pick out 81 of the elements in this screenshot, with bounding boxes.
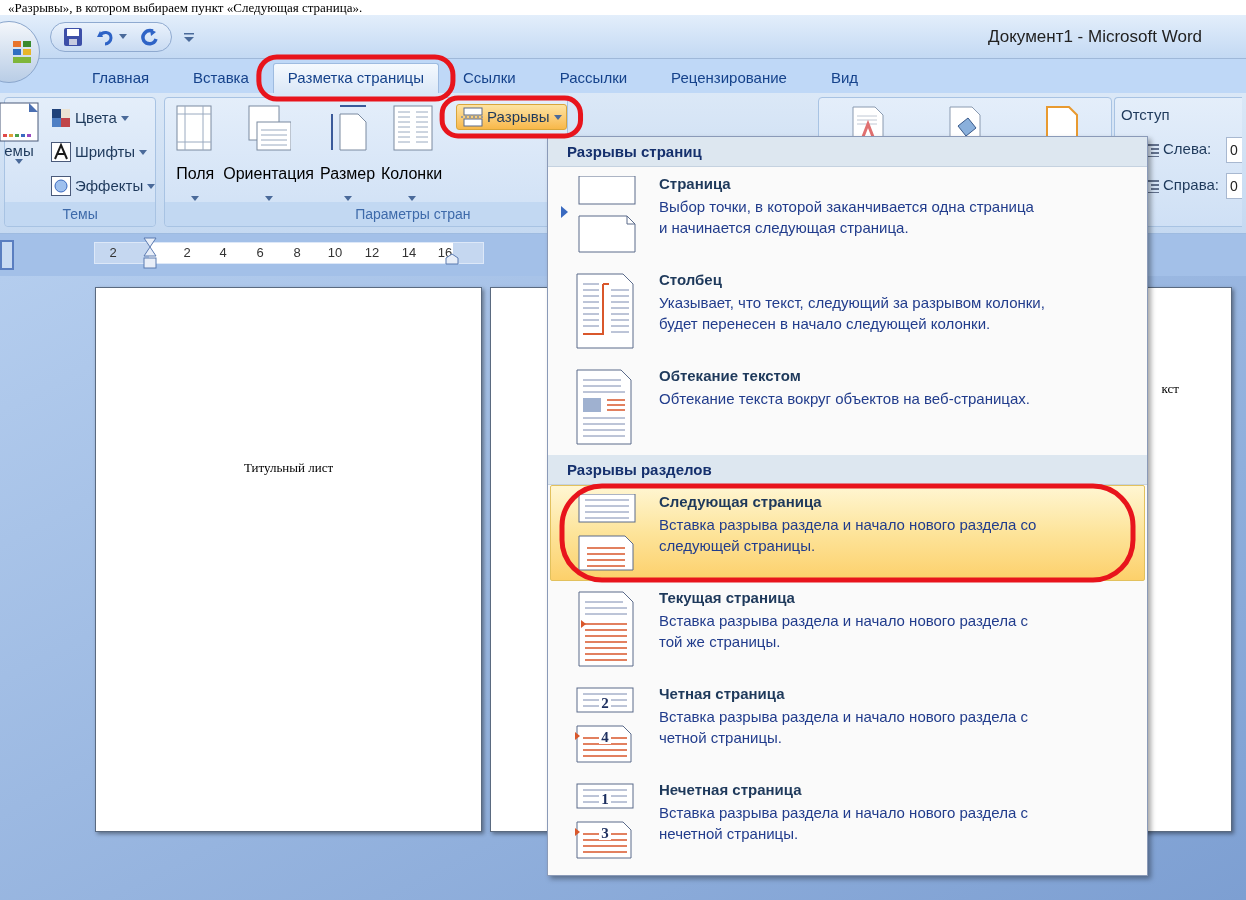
caret-icon [553,114,562,120]
themes-icon [0,102,39,142]
menu-item[interactable]: 1 3 Нечетная страница Вставка разрыва раздела и начало нового раздела с нечетной страницы. [550,773,1145,869]
ruler-number: 10 [327,244,343,262]
palette-icon [51,108,71,128]
caret-icon [139,149,148,155]
ruler-number: 16 [437,244,453,262]
indent-icon [1147,178,1159,193]
breaks-icon [461,107,484,127]
caret-icon [15,159,23,164]
logo-icon [13,41,31,63]
caret-icon [147,183,156,189]
menu-item-description: Вставка разрыва раздела и начало нового раздела с той же страницы. [659,611,1028,652]
field-label: Слева: [1163,139,1212,160]
ruler-number: 14 [401,244,417,262]
ribbon-button[interactable]: Цвета [51,104,156,132]
pointer-icon [561,206,568,218]
menu-item-title: Текущая страница [659,588,796,608]
group-title: Темы [5,202,156,226]
orientation-icon [246,104,291,152]
ribbon-tab[interactable]: Ссылки [440,63,538,93]
ribbon-tab[interactable]: Вставка [171,63,271,93]
menu-item-description: Вставка разрыва раздела и начало нового раздела с четной страницы. [659,707,1028,748]
menu-item-description: Вставка разрыва раздела и начало нового раздела с нечетной страницы. [659,803,1028,844]
font-icon [51,142,71,162]
tab-selector[interactable] [0,240,14,270]
caret-icon [184,31,194,42]
ruler-number: 6 [256,244,264,262]
page-text: кст [1161,380,1179,398]
save-icon [63,26,83,47]
input-field[interactable]: 0 [1226,172,1242,199]
field-label: Справа: [1163,175,1219,196]
menu-item-title: Следующая страница [659,492,823,512]
ribbon-button[interactable]: Колонки [381,104,443,201]
menu-item[interactable]: 2 4 Четная страница Вставка разрыва раздела и начало нового раздела с четной страницы. [550,677,1145,773]
menu-item-description: Указывает, что текст, следующий за разрывом колонки, будет перенесен в начало следующей колонки. [659,293,1045,334]
ribbon-button[interactable]: Размер [320,104,376,201]
page-text: Титульный лист [243,459,334,477]
themes-button[interactable]: емы [0,102,43,164]
indent-icon [1147,142,1159,157]
ruler-number: 2 [183,244,191,262]
input-field[interactable]: 0 [1226,136,1242,163]
ribbon-tab[interactable]: Рецензирование [649,63,809,93]
breaks-button[interactable]: Разрывы [456,104,567,130]
ribbon-button[interactable]: Эффекты [51,172,156,200]
group-title: Отступ [1121,105,1171,125]
ribbon-button[interactable]: Ориентация [223,104,315,201]
ribbon-tab[interactable]: Главная [70,63,172,93]
column-break-icon [573,272,637,350]
section-header: Разрывы разделов [548,455,1147,485]
ribbon-tab[interactable]: Разметка страницы [272,63,439,93]
customize-button[interactable] [184,31,194,42]
caret-icon [119,34,127,39]
redo-button[interactable] [139,26,159,47]
menu-item-title: Нечетная страница [659,780,803,800]
menu-item-title: Страница [659,174,732,194]
ribbon-tab[interactable]: Вид [808,63,881,93]
save-button[interactable] [63,26,83,47]
section-header: Разрывы страниц [548,137,1147,167]
caret-icon [120,115,129,121]
redo-icon [139,26,159,47]
ruler-number: 12 [364,244,380,262]
menu-item[interactable]: Текущая страница Вставка разрыва раздела и начало нового раздела с той же страницы. [550,581,1145,677]
caption-text: «Разрывы», в котором выбираем пункт «Следующая страница». [7,0,364,15]
menu-item-title: Обтекание текстом [659,366,802,386]
effects-icon [51,176,71,196]
ruler-number: 4 [219,244,227,262]
ribbon-tab[interactable]: Рассылки [537,63,650,93]
ribbon-button[interactable]: Шрифты [51,138,156,166]
menu-item-description: Вставка разрыва раздела и начало нового раздела со следующей страницы. [659,515,1037,556]
menu-item[interactable]: Обтекание текстом Обтекание текста вокруг объектов на веб-страницах. [550,359,1145,455]
ruler-number: 8 [293,244,301,262]
menu-item[interactable]: Следующая страница Вставка разрыва раздела и начало нового раздела со следующей страницы. [550,485,1145,581]
menu-item-title: Столбец [659,270,723,290]
ribbon-button[interactable]: Поля [173,104,218,201]
window-title: Документ1 - Microsoft Word [988,25,1202,48]
ruler-number: 2 [109,244,117,262]
menu-item-description: Обтекание текста вокруг объектов на веб-страницах. [659,389,1030,409]
menu-item[interactable]: Столбец Указывает, что текст, следующий за разрывом колонки, будет перенесен в начало следующей колонки. [550,263,1145,359]
menu-item-title: Четная страница [659,684,786,704]
menu-item-description: Выбор точки, в которой заканчивается одна страница и начинается следующая страница. [659,197,1034,238]
